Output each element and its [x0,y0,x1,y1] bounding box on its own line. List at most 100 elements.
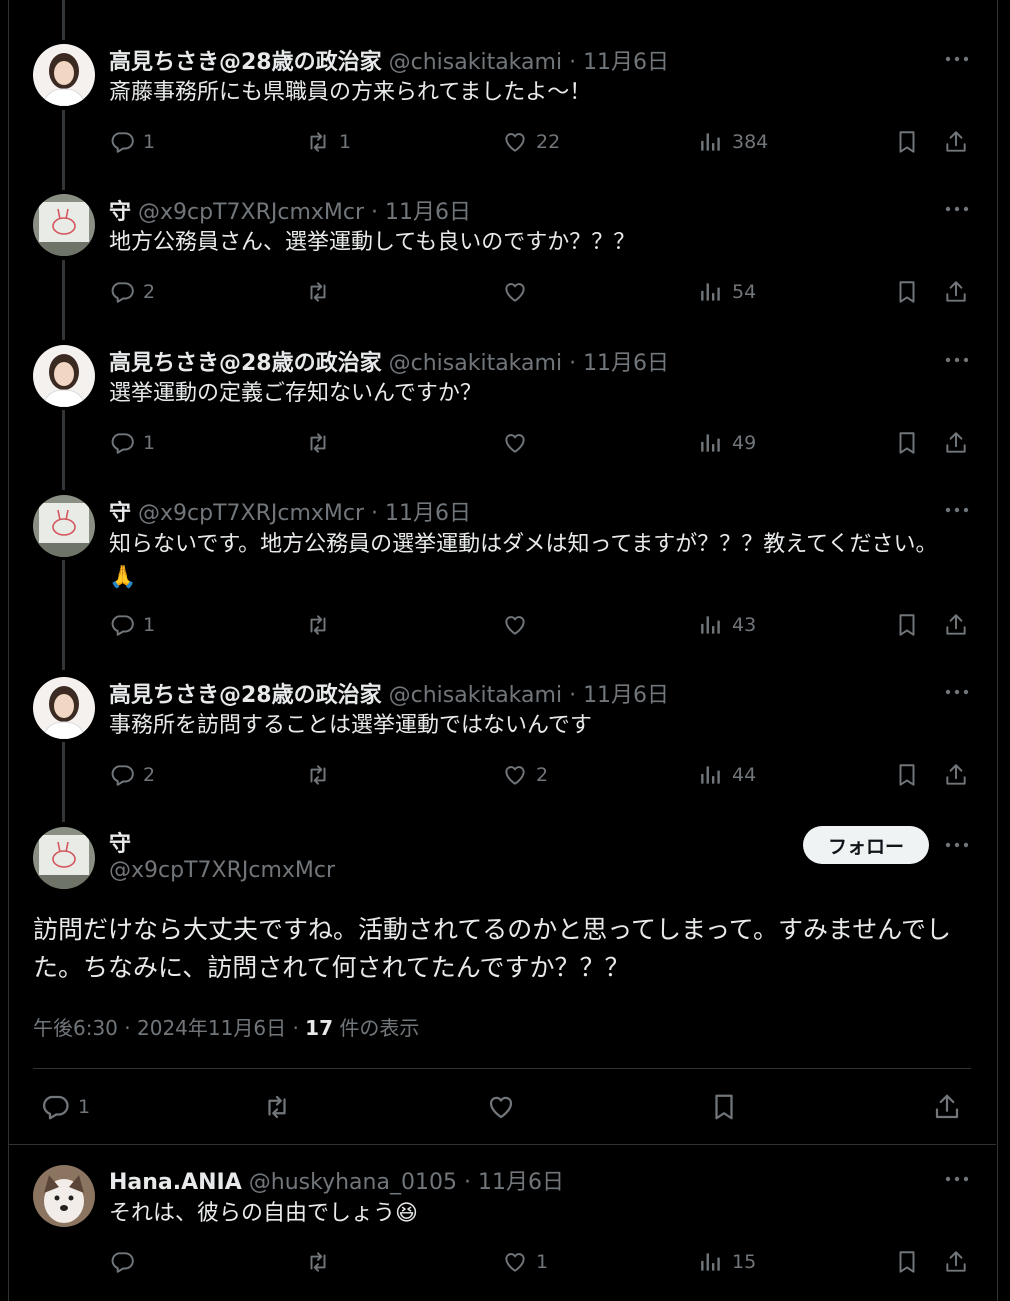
reply-button[interactable]: 1 [109,430,155,456]
views-button[interactable]: 384 [698,129,768,155]
bookmark-button[interactable] [894,430,920,456]
avatar[interactable] [33,677,95,739]
like-button[interactable]: 22 [502,129,560,155]
like-count: 22 [536,131,561,153]
post-date[interactable]: 11月6日 [583,683,669,708]
reply-icon [109,279,135,305]
like-button[interactable] [502,430,536,456]
post-date[interactable]: 11月6日 [385,501,471,526]
bookmark-button[interactable] [894,762,920,788]
focus-post-text: 訪問だけなら大丈夫ですね。活動されてるのかと思ってしまって。すみませんでした。ち… [33,915,952,982]
like-icon [502,279,528,305]
views-button[interactable]: 54 [698,279,756,305]
share-icon [932,1092,962,1122]
post-date[interactable]: 11月6日 [478,1170,564,1195]
share-button[interactable] [932,1092,962,1122]
reply-button[interactable]: 2 [109,279,155,305]
more-icon[interactable] [944,687,970,697]
bookmark-button[interactable] [894,279,920,305]
avatar[interactable] [33,1165,95,1227]
post-date[interactable]: 11月6日 [385,200,471,225]
avatar[interactable] [33,495,95,557]
reply-button[interactable] [109,1249,143,1275]
bookmark-button[interactable] [709,1092,739,1122]
separator: · [124,1016,131,1040]
repost-button[interactable]: 1 [305,129,351,155]
reply-button[interactable]: 1 [109,612,155,638]
repost-button[interactable] [305,762,339,788]
like-button[interactable] [502,612,536,638]
author-name[interactable]: 守 [109,501,131,526]
repost-button[interactable] [262,1092,292,1122]
separator: · [569,351,577,376]
reply-button[interactable]: 2 [109,762,155,788]
reply-button[interactable]: 1 [109,129,155,155]
bookmark-button[interactable] [894,612,920,638]
views-button[interactable]: 43 [698,612,756,638]
views-button[interactable]: 44 [698,762,756,788]
like-button[interactable] [502,279,536,305]
views-button[interactable]: 49 [698,430,756,456]
repost-button[interactable] [305,430,339,456]
share-button[interactable] [943,762,969,788]
more-icon[interactable] [944,1174,970,1184]
author-handle[interactable]: @x9cpT7XRJcmxMcr [109,858,335,883]
views-icon [698,612,724,638]
author-name[interactable]: 高見ちさき@28歳の政治家 [109,683,382,708]
avatar[interactable] [33,44,95,106]
like-button[interactable]: 1 [502,1249,548,1275]
like-button[interactable] [486,1092,516,1122]
views-button[interactable]: 15 [698,1249,756,1275]
author-handle[interactable]: @x9cpT7XRJcmxMcr [138,501,364,526]
post-date[interactable]: 11月6日 [583,351,669,376]
more-icon[interactable] [944,204,970,214]
post-text: 地方公務員さん、選挙運動しても良いのですか？？？ [109,230,636,255]
post-date[interactable]: 2024年11月6日 [137,1016,286,1040]
post-header: 守 @x9cpT7XRJcmxMcr · 11月6日 [109,194,471,226]
share-button[interactable] [943,1249,969,1275]
more-icon[interactable] [944,505,970,515]
repost-count: 1 [339,131,352,153]
share-button[interactable] [943,430,969,456]
repost-button[interactable] [305,1249,339,1275]
action-bar: 1 15 [0,1249,1010,1279]
author-handle[interactable]: @huskyhana_0105 [249,1170,457,1195]
repost-button[interactable] [305,612,339,638]
author-handle[interactable]: @chisakitakami [389,50,562,75]
views-icon [698,129,724,155]
bookmark-icon [894,1249,920,1275]
bookmark-button[interactable] [894,1249,920,1275]
repost-icon [305,612,331,638]
author-name[interactable]: 守 [109,200,131,225]
author-name[interactable]: 高見ちさき@28歳の政治家 [109,351,382,376]
share-button[interactable] [943,279,969,305]
reply-icon [109,129,135,155]
avatar[interactable] [33,345,95,407]
share-button[interactable] [943,129,969,155]
author-handle[interactable]: @chisakitakami [389,683,562,708]
avatar[interactable] [33,827,95,889]
more-icon[interactable] [944,840,970,850]
author-name[interactable]: 守 [109,832,131,857]
divider [33,1068,971,1069]
reply-button[interactable]: 1 [40,1092,90,1122]
bookmark-icon [894,612,920,638]
author-name[interactable]: Hana.ANIA [109,1170,242,1195]
post-time[interactable]: 午後6:30 [33,1016,118,1040]
like-button[interactable]: 2 [502,762,548,788]
post-text-content: 知らないです。地方公務員の選挙運動はダメは知ってますが？？？教えてください。 [109,532,938,557]
follow-button[interactable]: フォロー [803,826,929,864]
share-button[interactable] [943,612,969,638]
action-bar: 1 43 [0,612,1010,642]
author-name[interactable]: 高見ちさき@28歳の政治家 [109,50,382,75]
repost-button[interactable] [305,279,339,305]
avatar[interactable] [33,194,95,256]
author-handle[interactable]: @chisakitakami [389,351,562,376]
post-date[interactable]: 11月6日 [583,50,669,75]
author-handle[interactable]: @x9cpT7XRJcmxMcr [138,200,364,225]
bookmark-button[interactable] [894,129,920,155]
more-icon[interactable] [944,54,970,64]
more-icon[interactable] [944,355,970,365]
post-text: それは、彼らの自由でしょう😆 [109,1197,949,1230]
views-count: 384 [732,131,769,153]
